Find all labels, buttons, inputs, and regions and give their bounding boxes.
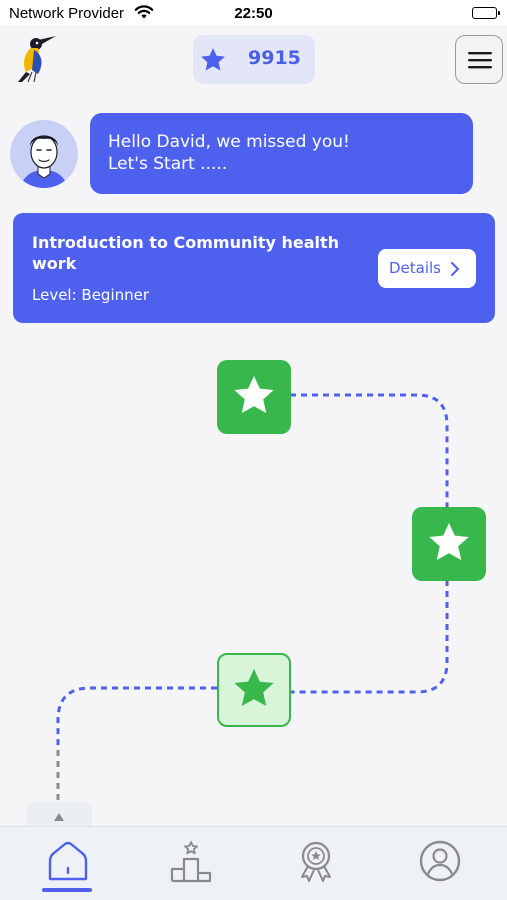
points-badge[interactable]: 9915: [193, 35, 315, 84]
level-node-current[interactable]: [217, 653, 291, 727]
scroll-up-handle[interactable]: [26, 802, 92, 826]
podium-icon: [170, 841, 212, 883]
tab-achievements[interactable]: [288, 839, 344, 891]
chevron-right-icon: [451, 262, 459, 276]
star-icon: [429, 523, 469, 560]
course-card[interactable]: Introduction to Community health work Le…: [13, 213, 495, 323]
status-bar: Network Provider 22:50: [0, 0, 507, 26]
greeting-line-1: Hello David, we missed you!: [108, 132, 350, 152]
user-icon: [419, 840, 461, 882]
hamburger-menu-icon: [468, 52, 492, 69]
clock: 22:50: [234, 5, 273, 22]
course-level: Level: Beginner: [32, 286, 150, 304]
level-node-2[interactable]: [412, 507, 486, 581]
star-icon: [234, 376, 274, 413]
battery-icon: [472, 7, 500, 19]
avatar: [10, 120, 78, 188]
greeting-bubble: Hello David, we missed you! Let's Start …: [90, 113, 473, 194]
course-title: Introduction to Community health work: [32, 233, 340, 273]
level-node-1[interactable]: [217, 360, 291, 434]
points-value: 9915: [248, 47, 301, 69]
badge-icon: [301, 841, 331, 882]
bird-logo-icon[interactable]: [12, 34, 58, 84]
tab-leaderboard[interactable]: [163, 839, 219, 891]
menu-button[interactable]: [455, 35, 503, 84]
tab-bar: [0, 826, 507, 900]
tab-home[interactable]: [40, 839, 96, 892]
active-tab-indicator: [42, 888, 92, 892]
greeting-line-2: Let's Start .....: [108, 154, 228, 174]
details-button[interactable]: Details: [378, 249, 476, 288]
home-icon: [48, 841, 88, 881]
tab-profile[interactable]: [412, 839, 468, 891]
star-icon: [234, 669, 274, 706]
star-icon: [198, 45, 228, 79]
details-label: Details: [389, 259, 442, 277]
